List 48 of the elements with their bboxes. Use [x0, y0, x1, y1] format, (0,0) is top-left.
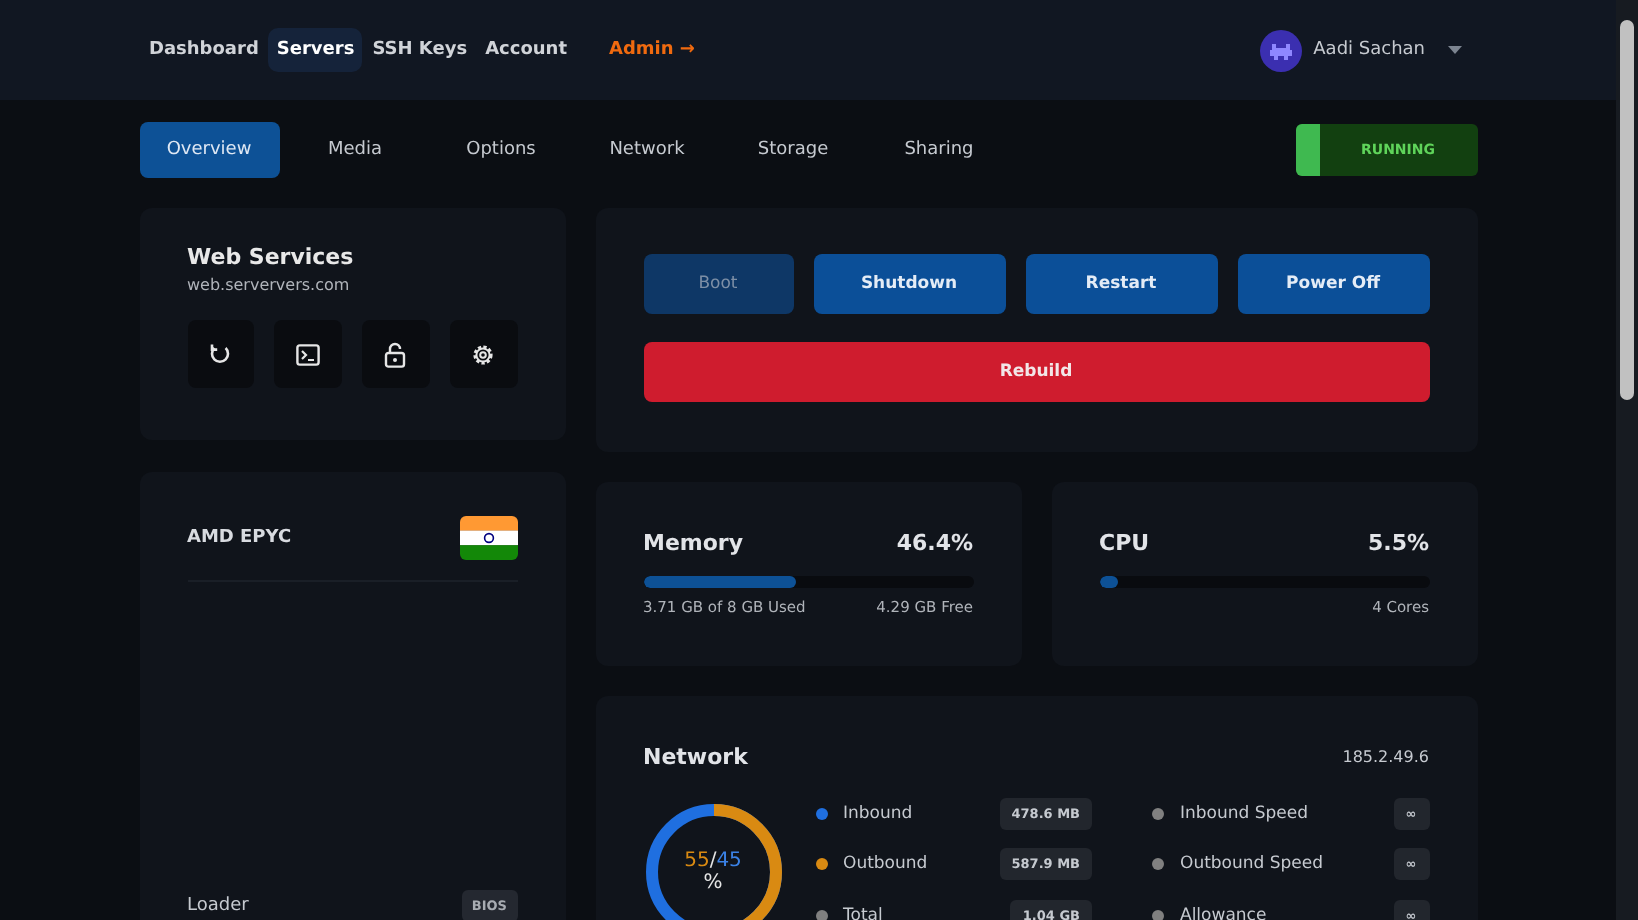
nav-link[interactable]: SSH Keys: [364, 28, 476, 72]
stat-label: Outbound: [843, 854, 930, 875]
power-action-button[interactable]: Power Off: [1237, 254, 1429, 314]
donut-drawing: [643, 802, 783, 920]
cpu-title: CPU: [1099, 530, 1150, 556]
rebuild-button[interactable]: Rebuild: [643, 342, 1429, 402]
nav-link[interactable]: Servers: [268, 28, 363, 72]
tab[interactable]: Storage: [723, 122, 863, 178]
scrollbar-thumb[interactable]: [1620, 20, 1634, 400]
tab[interactable]: Options: [431, 122, 571, 178]
circular-arrow-icon[interactable]: [208, 342, 233, 366]
tab[interactable]: Overview: [139, 122, 279, 178]
stat-label: Total: [843, 905, 885, 920]
user-name[interactable]: Aadi Sachan: [1313, 40, 1425, 60]
flag-icon: [459, 516, 517, 560]
stat-label: Outbound Speed: [1180, 854, 1326, 875]
settings-button[interactable]: [449, 320, 517, 388]
caret-icon[interactable]: [1447, 46, 1461, 54]
tab[interactable]: Network: [577, 122, 717, 178]
server-name: Web Services: [187, 244, 356, 270]
avatar-icon[interactable]: [1259, 29, 1302, 71]
lock-button[interactable]: [362, 320, 430, 388]
donut-ratio: 55/45: [684, 850, 742, 872]
nav-link[interactable]: Account: [477, 28, 575, 72]
tab[interactable]: Media: [285, 122, 425, 178]
stat-label: Inbound Speed: [1180, 803, 1311, 823]
console-button[interactable]: [274, 320, 342, 388]
terminal-icon[interactable]: [296, 343, 321, 365]
power-action-button[interactable]: Shutdown: [813, 254, 1005, 314]
scrollbar[interactable]: [1616, 0, 1638, 920]
unlocked-padlock-icon[interactable]: [384, 341, 407, 367]
settings-icon[interactable]: [470, 341, 497, 367]
memory-title: Memory: [643, 530, 744, 556]
admin-link[interactable]: Admin →: [609, 40, 695, 60]
ip-address: 185.2.49.6: [1342, 748, 1429, 766]
server-host: web.serververs.com: [187, 276, 352, 294]
tab[interactable]: Sharing: [869, 122, 1009, 178]
stat-label: Inbound: [843, 803, 915, 823]
network-title: Network: [643, 744, 748, 770]
donut-unit: %: [703, 872, 723, 894]
restart-button[interactable]: [187, 320, 255, 388]
nav-link[interactable]: Dashboard: [141, 28, 267, 72]
loader-label: Loader: [187, 896, 249, 916]
power-action-button[interactable]: Restart: [1025, 254, 1217, 314]
cpu-model: AMD EPYC: [187, 528, 292, 548]
cpu-percent: 5.5%: [1367, 530, 1429, 556]
memory-percent: 46.4%: [896, 530, 973, 556]
stat-label: Allowance: [1180, 905, 1269, 920]
